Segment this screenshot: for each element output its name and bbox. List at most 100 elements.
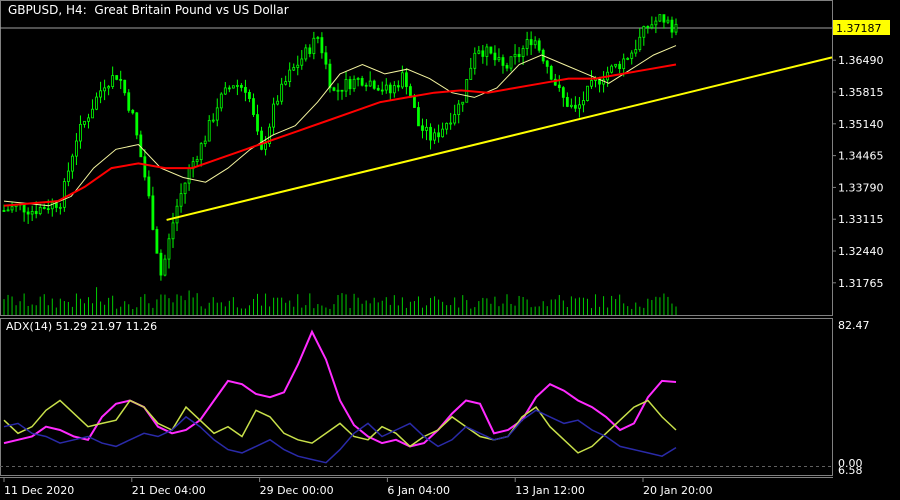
candle-body [481,50,485,57]
indicator-max-tick: 82.47 [838,319,870,332]
candle-body [58,206,62,209]
candle-body [296,64,300,68]
candle-body [433,132,436,141]
candle-body [215,107,219,121]
candle-body [545,60,549,67]
candle-body [380,89,384,92]
candle-body [489,46,493,54]
candle-body [392,85,396,94]
indicator-header: ADX(14) 51.29 21.97 11.26 [6,320,158,333]
candle-body [348,79,352,90]
candle-body [372,80,376,89]
candle-body [614,63,618,67]
candle-body [26,211,30,215]
candle-body [384,84,388,91]
candle-body [533,40,537,46]
candle-body [521,48,525,58]
adx-line [3,329,677,448]
candle-body [195,159,199,163]
candle-body [99,90,102,98]
candle-body [187,167,191,184]
candle-body [396,85,400,88]
candle-body [179,193,183,207]
candle-body [91,108,94,119]
candle-body [10,206,14,211]
candle-body [316,37,320,39]
candle-body [272,103,276,128]
candle-body [421,125,424,131]
candle-body [284,81,288,85]
candle-body [537,40,541,51]
candle-body [582,100,585,106]
candle-body [441,128,445,138]
candle-body [300,58,304,66]
candle-body [248,91,251,99]
candle-body [115,75,119,80]
candle-body [34,211,38,215]
candle-body [167,238,171,260]
indicator-zero-tick: 0.00 [838,457,863,470]
candle-body [328,63,332,89]
price-tick-label: 1.35140 [838,118,884,131]
candle-body [634,49,638,54]
candle-body [231,85,235,89]
current-price-tag: 1.37187 [833,20,890,35]
candle-body [618,63,622,70]
candle-body [622,58,626,70]
candle-body [445,122,449,130]
candle-body [569,104,573,107]
candle-body [66,170,70,182]
candle-body [46,208,50,211]
time-tick-label: 6 Jan 04:00 [387,484,450,497]
candle-body [183,182,187,195]
candle-body [159,252,163,276]
candle-body [453,114,457,124]
candle-body [155,229,159,254]
candle-body [590,80,593,87]
candle-body [292,67,296,71]
candle-body [219,93,223,109]
candle-body [642,26,646,38]
candle-body [626,57,630,60]
candle-body [6,209,10,212]
candle-body [461,101,465,105]
candle-body [332,87,336,91]
candle-body [260,130,263,150]
candle-body [143,156,147,178]
candle-body [223,87,227,95]
candle-body [578,104,581,109]
candle-body [658,14,662,22]
candle-body [312,37,316,55]
candle-body [469,67,473,80]
candle-body [79,123,82,142]
candle-body [42,206,46,210]
candle-body [62,181,66,208]
candle-body [103,87,106,92]
candle-body [304,47,308,60]
candle-body [409,86,412,98]
candle-body [557,84,561,89]
candle-body [111,75,115,87]
chart-window[interactable]: 1.36490 1.35815 1.35140 1.34465 1.33790 1.331… [0,0,900,500]
chart-description: Great Britain Pound vs US Dollar [94,3,289,17]
candle-body [87,117,90,122]
candle-body [320,37,324,54]
candle-body [175,205,179,224]
chart-header: GBPUSD, H4: Great Britain Pound vs US Do… [8,3,289,17]
candle-body [147,176,151,197]
chart-canvas[interactable]: 1.36490 1.35815 1.35140 1.34465 1.33790 1.331… [0,0,900,500]
candle-body [561,87,565,98]
candle-body [473,52,477,69]
candle-body [457,103,461,115]
candle-body [610,65,614,73]
time-tick-label: 11 Dec 2020 [4,484,74,497]
candle-body [437,132,440,138]
candle-body [662,14,666,23]
time-axis: 11 Dec 2020 21 Dec 04:00 29 Dec 00:00 6 Jan… [3,477,713,497]
candle-body [38,206,42,215]
price-tick-label: 1.36490 [838,54,884,67]
indicator-panel-border [0,318,833,476]
price-axis: 1.36490 1.35815 1.35140 1.34465 1.33790 1.331… [832,54,884,290]
candle-body [288,69,292,83]
candle-body [674,23,678,33]
